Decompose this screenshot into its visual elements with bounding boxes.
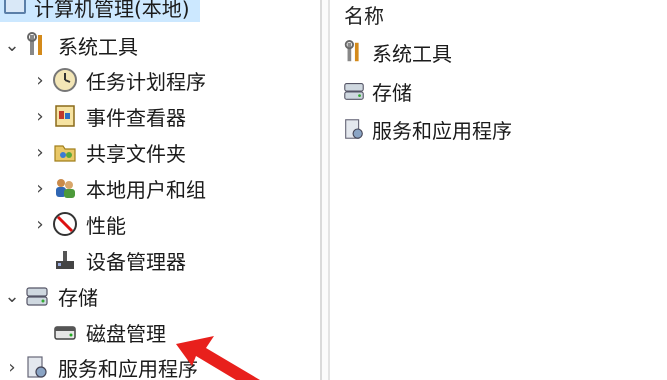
tree-item-task-scheduler[interactable]: › 任务计划程序 [32,63,206,97]
list-item-label: 存储 [372,80,412,105]
list-pane: 名称 系统工具 存储 服务和应用程序 [330,0,667,380]
tree-root[interactable]: 计算机管理(本地) [0,0,200,22]
tree-item-label: 系统工具 [58,34,138,59]
event-viewer-icon [52,103,78,129]
list-item-storage[interactable]: 存储 [342,76,412,106]
services-icon [342,117,366,141]
tree-item-label: 服务和应用程序 [58,356,198,380]
list-item-label: 服务和应用程序 [372,118,512,143]
tree-item-label: 设备管理器 [86,249,186,274]
tree-item-device-manager[interactable]: 设备管理器 [48,243,186,277]
tree-item-shared-folders[interactable]: › 共享文件夹 [32,135,186,169]
tools-icon [342,40,366,64]
tree-item-storage[interactable]: ⌄ 存储 [4,279,98,313]
tree-item-label: 存储 [58,285,98,310]
chevron-right-icon[interactable]: › [32,214,48,235]
chevron-right-icon[interactable]: › [32,70,48,91]
clock-icon [52,67,78,93]
list-item-system-tools[interactable]: 系统工具 [342,37,452,67]
tree-item-label: 共享文件夹 [86,141,186,166]
tree-item-performance[interactable]: › 性能 [32,207,126,241]
computer-icon [4,0,26,14]
tree-item-local-users[interactable]: › 本地用户和组 [32,171,206,205]
tree-pane: 计算机管理(本地) ⌄ 系统工具 › 任务计划程序 › 事件查看器 › 共享文件… [0,0,320,380]
pane-splitter[interactable] [320,0,330,380]
tree-item-event-viewer[interactable]: › 事件查看器 [32,99,186,133]
list-item-label: 系统工具 [372,41,452,66]
chevron-right-icon[interactable]: › [4,357,20,378]
tree-item-services-apps[interactable]: › 服务和应用程序 [4,350,198,380]
tree-item-label: 磁盘管理 [86,321,166,346]
tree-item-label: 性能 [86,213,126,238]
tree-item-label: 任务计划程序 [86,69,206,94]
tree-root-label: 计算机管理(本地) [34,0,190,21]
services-icon [24,354,50,380]
chevron-down-icon[interactable]: ⌄ [4,35,20,56]
tree-item-label: 事件查看器 [86,105,186,130]
tree-item-label: 本地用户和组 [86,177,206,202]
performance-icon [52,211,78,237]
users-icon [52,175,78,201]
disk-icon [52,319,78,345]
tools-icon [24,32,50,58]
storage-icon [342,79,366,103]
list-item-services-apps[interactable]: 服务和应用程序 [342,114,512,144]
chevron-down-icon[interactable]: ⌄ [4,286,20,307]
tree-item-system-tools[interactable]: ⌄ 系统工具 [4,28,138,62]
storage-icon [24,283,50,309]
tree-item-disk-management[interactable]: 磁盘管理 [48,315,166,349]
chevron-right-icon[interactable]: › [32,142,48,163]
chevron-right-icon[interactable]: › [32,178,48,199]
shared-folder-icon [52,139,78,165]
column-header-name[interactable]: 名称 [344,0,384,29]
chevron-right-icon[interactable]: › [32,106,48,127]
device-manager-icon [52,247,78,273]
